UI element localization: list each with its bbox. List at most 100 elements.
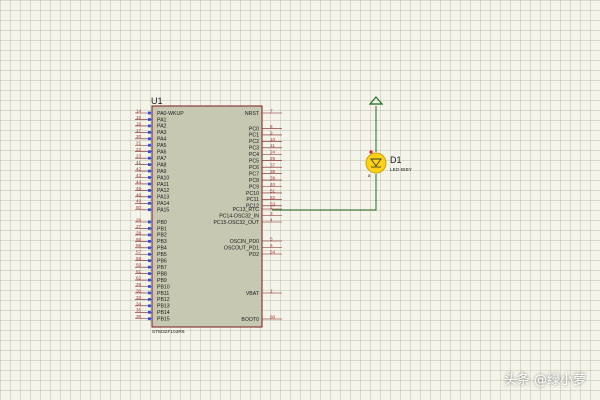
pin-label: PA8 bbox=[157, 162, 167, 168]
pin-label: PB5 bbox=[157, 252, 167, 258]
led-reference-label: D1 bbox=[390, 155, 402, 165]
pin-label: PC2 bbox=[249, 139, 259, 145]
pin-label: PC7 bbox=[249, 171, 259, 177]
pin-number: 2 bbox=[270, 204, 273, 209]
pin-label: PA2 bbox=[157, 124, 167, 130]
pin-number: 36 bbox=[136, 314, 142, 319]
pin-number: 46 bbox=[136, 192, 142, 197]
pin-label: PB10 bbox=[157, 284, 170, 290]
pin-state-dot bbox=[148, 143, 151, 147]
pin-number: 16 bbox=[136, 121, 142, 126]
pin-label: PC11 bbox=[246, 197, 259, 203]
pin-state-dot bbox=[148, 291, 151, 295]
pin-number: 49 bbox=[136, 199, 142, 204]
pin-label: PB8 bbox=[157, 271, 167, 277]
pin-state-dot bbox=[148, 272, 151, 275]
pin-label: PD2 bbox=[249, 252, 259, 258]
pin-state-dot bbox=[148, 278, 151, 282]
pin-state-dot bbox=[148, 176, 151, 179]
pin-label: PB13 bbox=[157, 304, 170, 310]
ground-symbol[interactable] bbox=[368, 96, 384, 105]
pin-number: 3 bbox=[270, 211, 273, 216]
pin-number: 43 bbox=[136, 173, 142, 178]
pin-number: 24 bbox=[270, 150, 276, 155]
led-icon bbox=[365, 152, 387, 174]
pin-label: PB6 bbox=[157, 259, 167, 265]
pin-state-dot bbox=[148, 195, 151, 199]
pin-label: PA15 bbox=[157, 208, 169, 214]
pin-number: 1 bbox=[270, 288, 273, 293]
pin-label: PA0-WKUP bbox=[157, 111, 184, 117]
pin-label: PB2 bbox=[157, 233, 167, 239]
pin-number: 11 bbox=[270, 143, 275, 148]
pin-label: PB12 bbox=[157, 297, 170, 303]
pin-label: PA6 bbox=[157, 150, 167, 156]
pin-state-dot bbox=[148, 220, 151, 224]
pin-number: 40 bbox=[270, 182, 276, 187]
pin-label: PC13_RTC bbox=[233, 207, 260, 213]
pin-label: PA10 bbox=[157, 175, 169, 181]
pin-state-dot bbox=[148, 239, 151, 243]
led-pin-number: a bbox=[368, 173, 371, 178]
pin-label: PC5 bbox=[249, 159, 259, 165]
ic-u1[interactable]: U1 STM32F103R6 14 PA0-WKUP15 PA116 PA217 PA3… bbox=[135, 96, 282, 335]
pin-label: PB4 bbox=[157, 246, 167, 252]
pin-number: 57 bbox=[136, 250, 142, 255]
pin-label: OSCOUT_PD1 bbox=[224, 245, 259, 251]
wire-pc13-to-led[interactable] bbox=[272, 174, 377, 211]
pin-state-dot bbox=[148, 265, 151, 269]
pin-label: PA4 bbox=[157, 137, 167, 143]
pin-number: 25 bbox=[270, 156, 276, 161]
pin-number: 62 bbox=[136, 275, 142, 280]
pin-state-dot bbox=[148, 118, 151, 121]
schematic-canvas[interactable]: U1 STM32F103R6 14 PA0-WKUP 15 PA1 16 PA2 17 PA3… bbox=[0, 0, 600, 400]
pin-label: PB9 bbox=[157, 278, 167, 284]
pin-number: 14 bbox=[136, 108, 142, 113]
pin-label: PA3 bbox=[157, 130, 167, 136]
pin-label: PB14 bbox=[157, 310, 170, 316]
pin-number: 20 bbox=[136, 134, 142, 139]
pin-number: 21 bbox=[136, 141, 142, 146]
pin-label: PC6 bbox=[249, 165, 259, 171]
pin-number: 10 bbox=[270, 137, 276, 142]
pin-state-dot bbox=[148, 285, 151, 288]
pin-label: PB3 bbox=[157, 239, 167, 245]
pin-state-dot bbox=[148, 252, 151, 256]
pin-number: 55 bbox=[136, 237, 142, 242]
pin-number: 56 bbox=[136, 243, 142, 248]
pin-number: 39 bbox=[270, 175, 276, 180]
pin-label: PC8 bbox=[249, 178, 259, 184]
pin-number: 30 bbox=[136, 288, 142, 293]
ground-triangle-icon bbox=[368, 96, 384, 105]
pin-number: 45 bbox=[136, 186, 142, 191]
pin-number: 41 bbox=[136, 160, 142, 165]
pin-number: 44 bbox=[136, 179, 142, 184]
pin-state-dot bbox=[148, 227, 151, 230]
pin-number: 61 bbox=[136, 269, 142, 274]
pin-number: 60 bbox=[270, 314, 276, 319]
pin-number: 59 bbox=[136, 263, 142, 268]
pin-number: 38 bbox=[270, 169, 276, 174]
pin-number: 29 bbox=[136, 282, 142, 287]
pin-state-dot bbox=[148, 124, 151, 128]
pin-state-dot bbox=[148, 169, 151, 173]
pin-number: 50 bbox=[136, 205, 142, 210]
led-d1[interactable]: D1 LED-BIBY a bbox=[365, 150, 413, 178]
pin-number: 22 bbox=[136, 147, 142, 152]
pin-label: BOOT0 bbox=[241, 317, 259, 323]
pin-label: PB11 bbox=[157, 291, 169, 297]
pin-state-dot bbox=[148, 233, 151, 237]
pin-state-dot bbox=[148, 201, 151, 205]
pin-label: PB0 bbox=[157, 220, 167, 226]
pin-state-dot bbox=[148, 163, 151, 166]
pin-number: 9 bbox=[270, 130, 273, 135]
pin-number: 23 bbox=[136, 154, 142, 159]
pin-state-dot bbox=[148, 111, 151, 115]
pin-label: PC3 bbox=[249, 146, 259, 152]
pin-label: PB7 bbox=[157, 265, 167, 271]
pin-label: OSCIN_PD0 bbox=[230, 239, 260, 245]
pin-state-dot bbox=[148, 246, 151, 250]
ic-part-label: STM32F103R6 bbox=[152, 329, 185, 335]
schematic-drawing[interactable]: U1 STM32F103R6 14 PA0-WKUP15 PA116 PA217 PA3… bbox=[0, 0, 600, 400]
pin-label: PA5 bbox=[157, 143, 167, 149]
